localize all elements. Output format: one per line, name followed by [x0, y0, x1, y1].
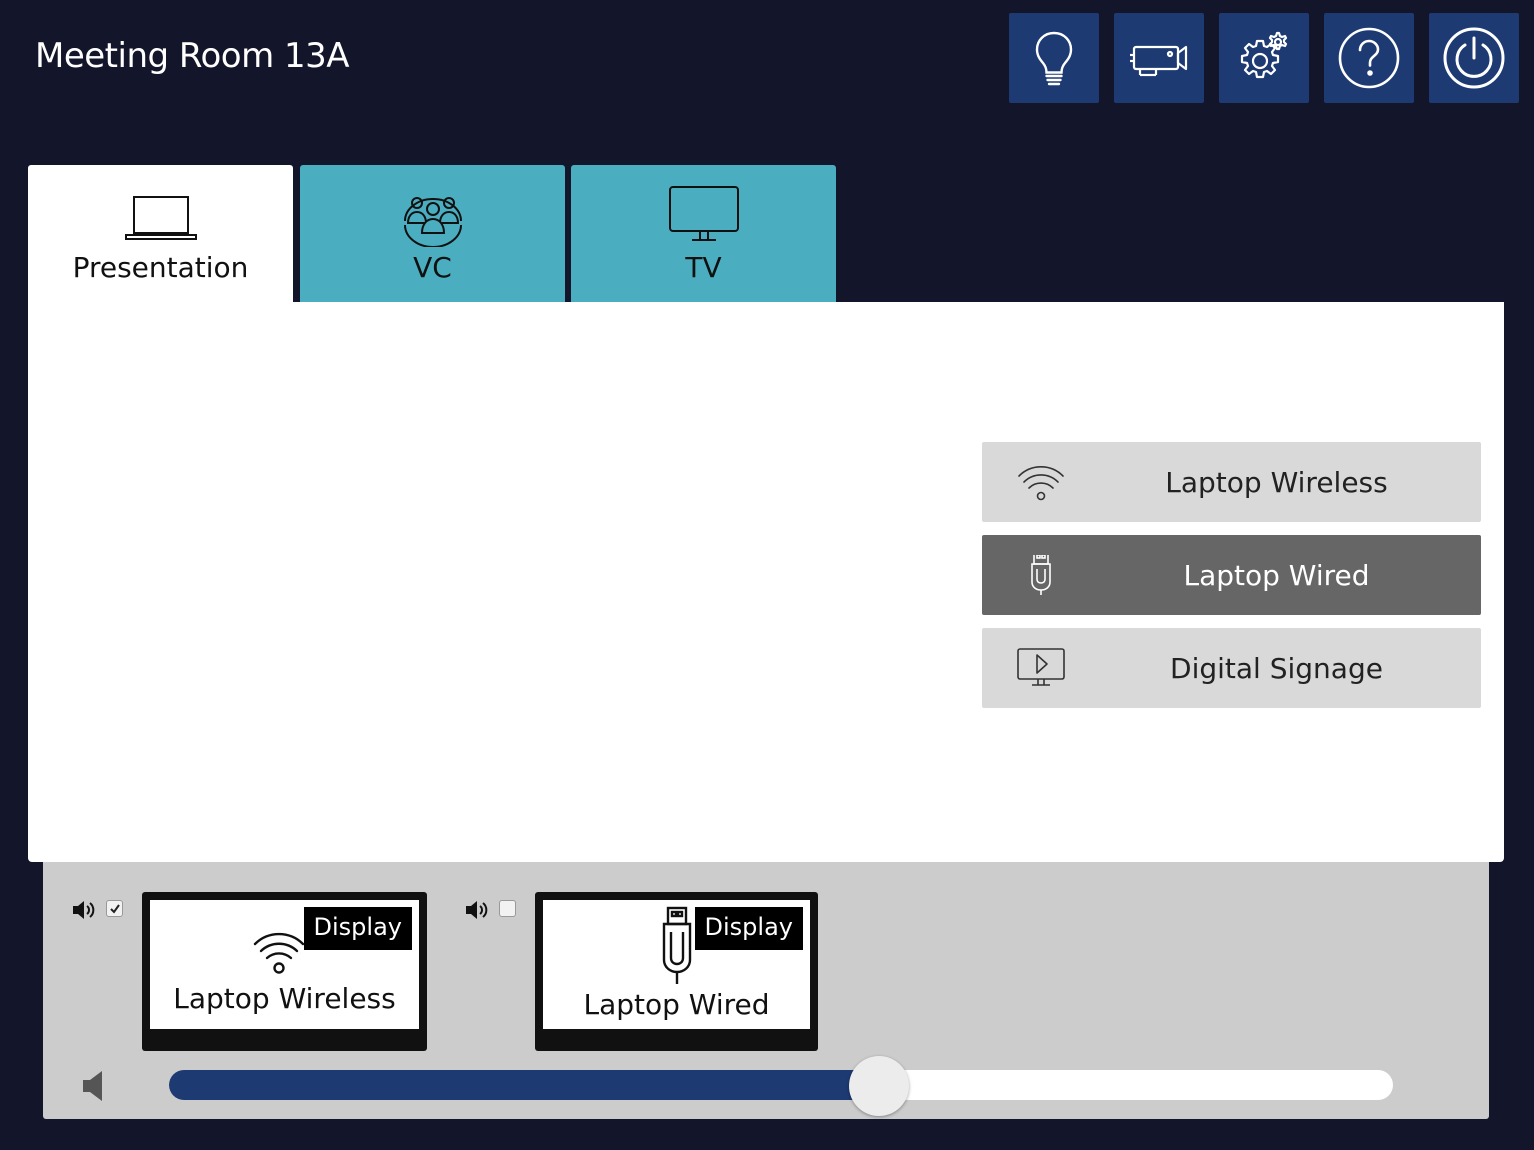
display-badge: Display: [694, 907, 803, 950]
gears-icon: [1240, 31, 1288, 79]
source-label: Laptop Wired: [1183, 558, 1370, 592]
volume-knob[interactable]: [848, 1056, 909, 1116]
wifi-icon: [253, 932, 305, 974]
power-button[interactable]: [1429, 13, 1519, 103]
speaker-icon: [466, 901, 488, 919]
display-preview: Display Laptop Wired: [543, 900, 810, 1029]
tab-label: TV: [685, 251, 722, 284]
speaker-icon: [73, 901, 95, 919]
help-button[interactable]: [1324, 13, 1414, 103]
speaker-mute-icon: [83, 1071, 102, 1101]
presentation-panel: Laptop Wireless Laptop Wired Digital Sig…: [28, 302, 1504, 862]
checkmark-icon: [109, 903, 120, 914]
source-digital-signage-button[interactable]: Digital Signage: [982, 628, 1481, 708]
signage-icon: [1017, 648, 1065, 686]
display-badge: Display: [303, 907, 412, 950]
tab-tv[interactable]: TV: [571, 165, 836, 302]
tab-vc[interactable]: VC: [300, 165, 565, 302]
display-preview: Display Laptop Wireless: [150, 900, 419, 1029]
tv-icon: [668, 186, 739, 241]
tab-label: VC: [413, 251, 452, 284]
laptop-icon: [124, 196, 197, 240]
usb-icon: [662, 906, 692, 984]
source-laptop-wired-button[interactable]: Laptop Wired: [982, 535, 1481, 615]
volume-slider[interactable]: [169, 1056, 1393, 1116]
tab-label: Presentation: [72, 251, 249, 284]
display-card-label: Laptop Wireless: [173, 982, 396, 1015]
tab-presentation[interactable]: Presentation: [28, 165, 293, 302]
display-card-laptop-wired[interactable]: Display Laptop Wired: [535, 892, 818, 1051]
lightbulb-icon: [1035, 31, 1073, 86]
question-icon: [1338, 27, 1400, 89]
display-card-label: Laptop Wired: [583, 988, 770, 1021]
wifi-icon: [1018, 466, 1064, 501]
volume-fill: [169, 1070, 879, 1100]
settings-button[interactable]: [1219, 13, 1309, 103]
usb-icon: [1031, 555, 1051, 595]
camera-icon: [1130, 45, 1188, 77]
lighting-button[interactable]: [1009, 13, 1099, 103]
source-laptop-wireless-button[interactable]: Laptop Wireless: [982, 442, 1481, 522]
display-card-laptop-wireless[interactable]: Display Laptop Wireless: [142, 892, 427, 1051]
audio-checkbox-laptop-wireless[interactable]: [106, 900, 123, 917]
room-title: Meeting Room 13A: [35, 36, 350, 76]
source-label: Digital Signage: [1170, 651, 1383, 685]
camera-button[interactable]: [1114, 13, 1204, 103]
audio-checkbox-laptop-wired[interactable]: [499, 900, 516, 917]
source-label: Laptop Wireless: [1165, 465, 1388, 499]
power-icon: [1443, 27, 1505, 89]
people-group-icon: [403, 197, 462, 247]
audio-display-panel: Display Laptop Wireless Display Laptop W…: [43, 862, 1489, 1119]
